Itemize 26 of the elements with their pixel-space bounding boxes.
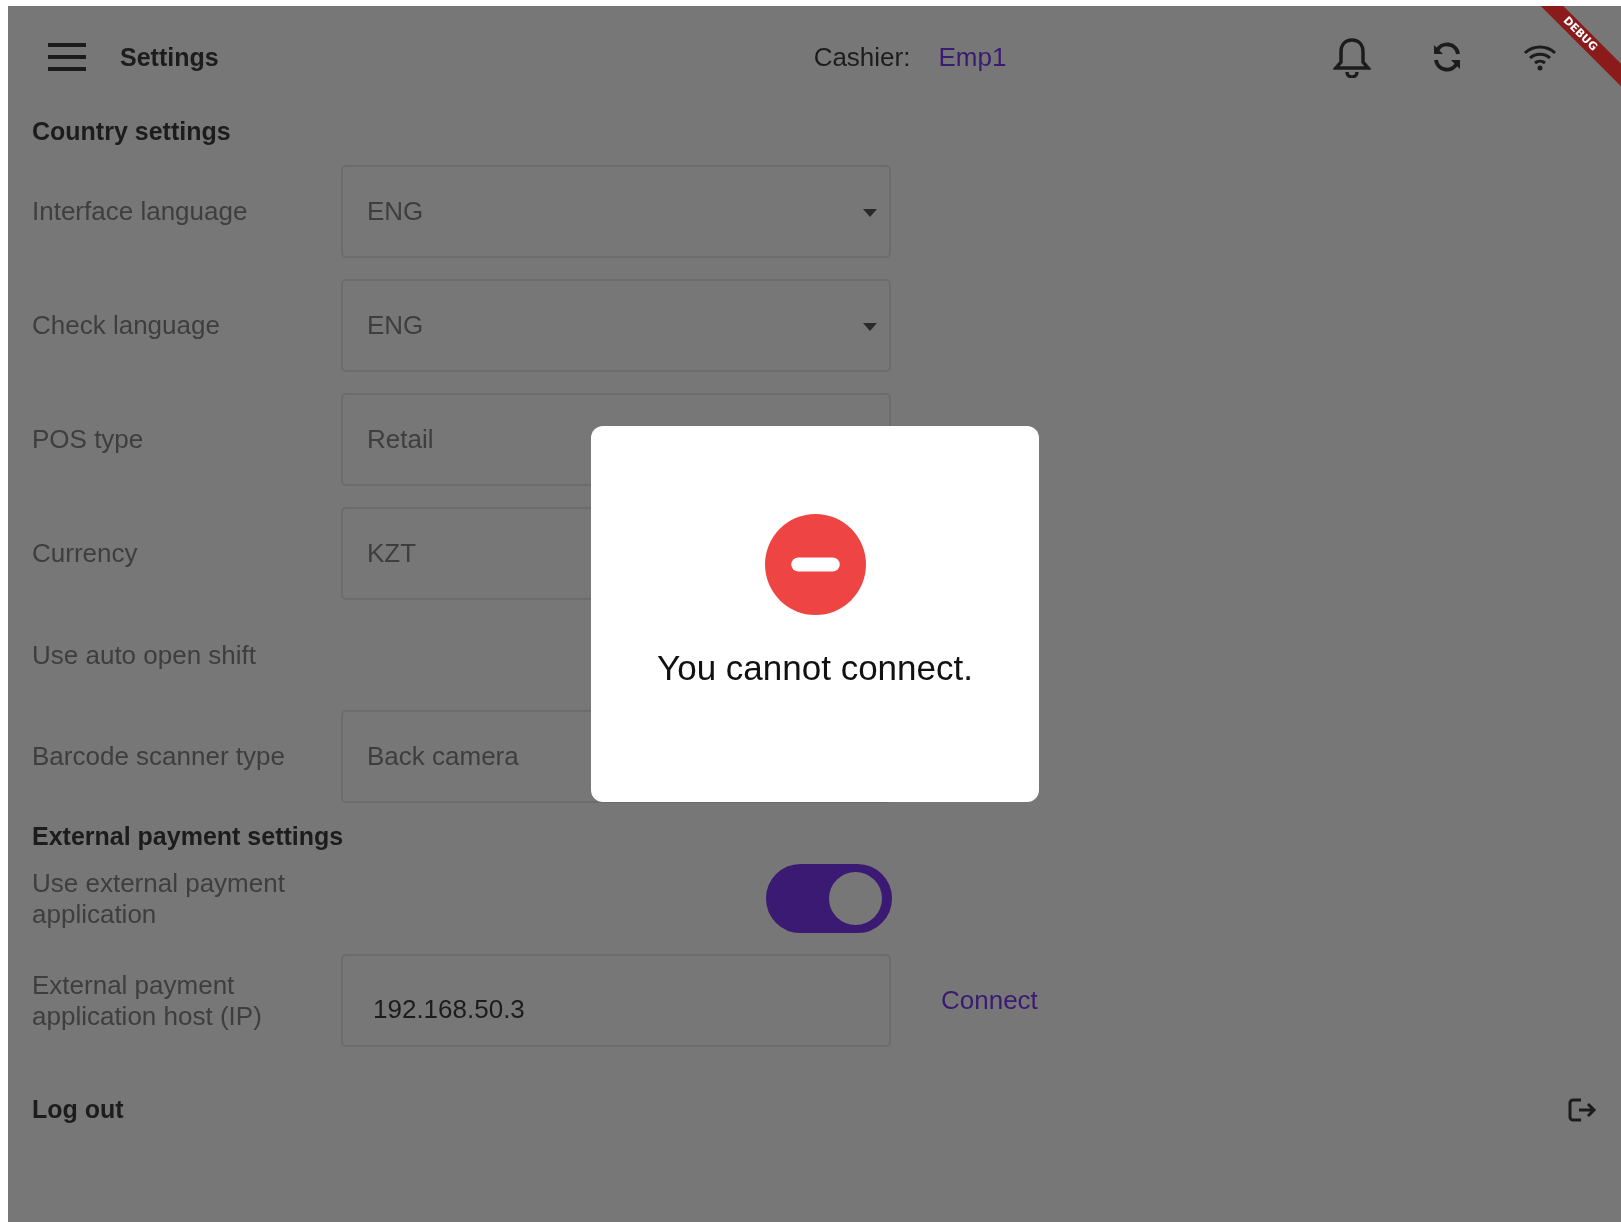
caret-icon	[863, 209, 877, 217]
setting-label: Barcode scanner type	[32, 741, 286, 772]
dropdown-field[interactable]: ENG	[341, 279, 891, 372]
setting-label: Currency	[32, 538, 139, 569]
setting-label: External payment application host (IP)	[32, 969, 263, 1032]
cashier-name: Emp1	[938, 41, 1007, 73]
connect-link[interactable]: Connect	[941, 985, 1038, 1016]
error-icon	[764, 514, 866, 615]
menu-icon[interactable]	[48, 42, 86, 72]
input-field[interactable]: 192.168.50.3	[341, 954, 891, 1047]
dropdown-field[interactable]: ENG	[341, 165, 891, 258]
setting-label: Interface language	[32, 196, 249, 227]
refresh-icon[interactable]	[1431, 41, 1463, 73]
section-title: Country settings	[32, 116, 232, 147]
setting-label: POS type	[32, 424, 145, 455]
caret-icon	[863, 323, 877, 331]
page-title: Settings	[120, 42, 219, 72]
bell-icon[interactable]	[1333, 36, 1371, 78]
setting-label: Check language	[32, 310, 221, 341]
cashier-label: Cashier:	[813, 41, 911, 73]
setting-label: Use external payment application	[32, 867, 286, 930]
section-title: External payment settings	[32, 821, 345, 852]
setting-label: Use auto open shift	[32, 639, 258, 671]
dialog-message: You cannot connect.	[657, 648, 973, 688]
logout-label[interactable]: Log out	[32, 1095, 124, 1124]
wifi-icon[interactable]	[1523, 43, 1557, 71]
